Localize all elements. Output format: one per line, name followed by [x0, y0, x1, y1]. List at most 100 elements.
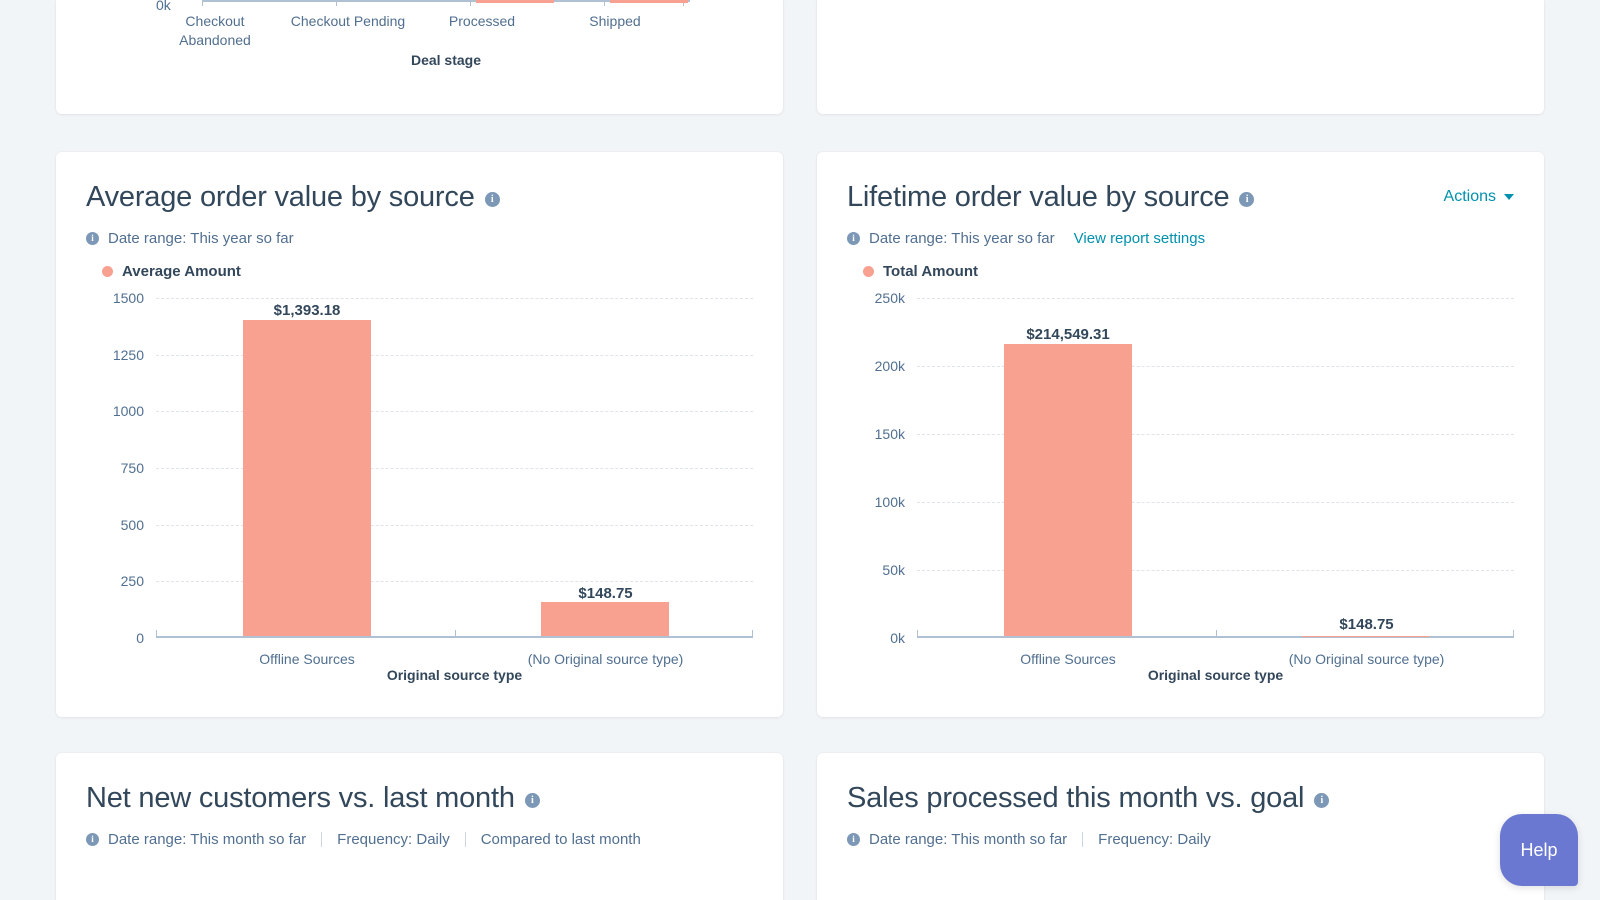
deal-stage-tick [470, 0, 471, 6]
deal-stage-tick [336, 0, 337, 6]
dashboard-board: 0k Checkout Abandoned Checkout Pending P… [0, 0, 1600, 900]
card-header: Average order value by source i [86, 182, 753, 214]
x-tick [1513, 630, 1514, 638]
y-tick: 500 [121, 517, 144, 533]
chart-legend[interactable]: Total Amount [863, 263, 1514, 280]
deal-stage-category-1: Checkout Pending [288, 12, 408, 31]
y-tick: 1250 [113, 347, 144, 363]
y-tick: 100k [875, 494, 905, 510]
info-icon[interactable]: i [525, 793, 540, 808]
help-button-label: Help [1520, 840, 1557, 861]
gridline [917, 298, 1514, 299]
divider [465, 832, 466, 847]
deal-stage-tick [202, 0, 203, 6]
date-range-label: Date range: This year so far [108, 230, 294, 247]
report-card-top-right-blank[interactable] [817, 0, 1544, 114]
date-range-label: Date range: This year so far [869, 230, 1055, 247]
date-range-label: Date range: This month so far [869, 831, 1067, 848]
help-button[interactable]: Help [1500, 814, 1578, 886]
plot-area: $214,549.31 $148.75 Offline Sources (No … [917, 298, 1514, 638]
gridline [156, 298, 753, 299]
x-tick [156, 630, 157, 638]
actions-button[interactable]: Actions [1444, 182, 1514, 206]
dashboard-row-bottom: Net new customers vs. last month i i Dat… [0, 753, 1600, 900]
card-header: Sales processed this month vs. goal i [847, 783, 1514, 815]
bar-value-label: $148.75 [578, 585, 632, 602]
report-card-deal-stage[interactable]: 0k Checkout Abandoned Checkout Pending P… [56, 0, 783, 114]
deal-stage-chart-clipped: 0k Checkout Abandoned Checkout Pending P… [56, 0, 783, 114]
dashboard-row-main: Average order value by source i i Date r… [0, 152, 1600, 717]
info-icon[interactable]: i [485, 192, 500, 207]
bar-value-label: $1,393.18 [274, 302, 341, 319]
card-header: Lifetime order value by source i Actions [847, 182, 1514, 214]
bar-value-label: $214,549.31 [1026, 326, 1109, 343]
y-tick: 0k [890, 630, 905, 646]
x-tick [455, 630, 456, 638]
card-header: Net new customers vs. last month i [86, 783, 753, 815]
card-title-text: Sales processed this month vs. goal [847, 783, 1304, 815]
report-card-sales-processed-vs-goal[interactable]: Sales processed this month vs. goal i i … [817, 753, 1544, 900]
dashboard-row-top: 0k Checkout Abandoned Checkout Pending P… [0, 0, 1600, 114]
divider [1082, 832, 1083, 847]
report-card-net-new-customers[interactable]: Net new customers vs. last month i i Dat… [56, 753, 783, 900]
card-meta: i Date range: This month so far Frequenc… [847, 831, 1514, 848]
comparison-label: Compared to last month [481, 831, 641, 848]
plot-area: $1,393.18 $148.75 Offline Sources (No Or… [156, 298, 753, 638]
info-icon: i [847, 232, 860, 245]
deal-stage-category-0: Checkout Abandoned [155, 12, 275, 50]
x-category-label: Offline Sources [259, 651, 354, 667]
y-axis: 0 250 500 750 1000 1250 1500 [86, 298, 144, 638]
card-title-text: Net new customers vs. last month [86, 783, 515, 815]
card-title-text: Average order value by source [86, 182, 475, 214]
deal-stage-axis-title: Deal stage [202, 52, 690, 68]
page-title: Net new customers vs. last month i [86, 783, 540, 815]
x-axis-title: Original source type [156, 667, 753, 683]
y-tick: 1500 [113, 290, 144, 306]
page-title: Sales processed this month vs. goal i [847, 783, 1329, 815]
page-title: Average order value by source i [86, 182, 500, 214]
view-report-settings-link[interactable]: View report settings [1074, 230, 1205, 247]
legend-label: Average Amount [122, 263, 241, 280]
card-meta: i Date range: This year so far [86, 230, 753, 247]
legend-color-swatch [863, 266, 874, 277]
y-tick: 750 [121, 460, 144, 476]
x-category-label: (No Original source type) [1289, 651, 1445, 667]
card-meta: i Date range: This month so far Frequenc… [86, 831, 753, 848]
x-axis-title: Original source type [917, 667, 1514, 683]
x-category-label: (No Original source type) [528, 651, 684, 667]
info-icon: i [86, 833, 99, 846]
bar-no-original-source-type[interactable] [541, 602, 669, 636]
y-tick: 250k [875, 290, 905, 306]
date-range-label: Date range: This month so far [108, 831, 306, 848]
info-icon: i [86, 232, 99, 245]
deal-stage-bar-shipped[interactable] [610, 0, 688, 3]
info-icon: i [847, 833, 860, 846]
y-axis: 0k 50k 100k 150k 200k 250k [847, 298, 905, 638]
y-tick: 150k [875, 426, 905, 442]
deal-stage-tick [604, 0, 605, 6]
info-icon[interactable]: i [1239, 192, 1254, 207]
x-tick [752, 630, 753, 638]
chart-legend[interactable]: Average Amount [102, 263, 753, 280]
bar-chart-average-order-value: 0 250 500 750 1000 1250 1500 [86, 298, 753, 638]
x-tick [917, 630, 918, 638]
deal-stage-category-2: Processed [422, 12, 542, 31]
y-tick: 1000 [113, 403, 144, 419]
bar-offline-sources[interactable] [243, 320, 371, 636]
y-tick: 200k [875, 358, 905, 374]
y-tick: 250 [121, 573, 144, 589]
info-icon[interactable]: i [1314, 793, 1329, 808]
frequency-label: Frequency: Daily [1098, 831, 1211, 848]
actions-label: Actions [1444, 188, 1496, 206]
x-tick [1216, 630, 1217, 638]
report-card-lifetime-order-value-by-source[interactable]: Lifetime order value by source i Actions… [817, 152, 1544, 717]
report-card-average-order-value-by-source[interactable]: Average order value by source i i Date r… [56, 152, 783, 717]
bar-value-label: $148.75 [1339, 616, 1393, 633]
bar-chart-lifetime-order-value: 0k 50k 100k 150k 200k 250k [847, 298, 1514, 638]
bar-offline-sources[interactable] [1004, 344, 1132, 636]
legend-label: Total Amount [883, 263, 978, 280]
deal-stage-bar-processed[interactable] [476, 0, 554, 3]
y-tick: 50k [882, 562, 905, 578]
chevron-down-icon [1504, 194, 1514, 200]
card-title-text: Lifetime order value by source [847, 182, 1229, 214]
